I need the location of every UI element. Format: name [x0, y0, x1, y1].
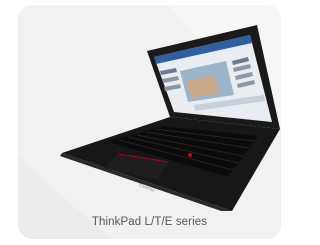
trackpoint: [188, 153, 192, 157]
product-caption[interactable]: ThinkPad L/T/E series: [18, 216, 281, 228]
product-card[interactable]: ThinkPad ThinkPad L/T/E series: [18, 5, 281, 239]
laptop-icon: ThinkPad: [60, 25, 280, 211]
